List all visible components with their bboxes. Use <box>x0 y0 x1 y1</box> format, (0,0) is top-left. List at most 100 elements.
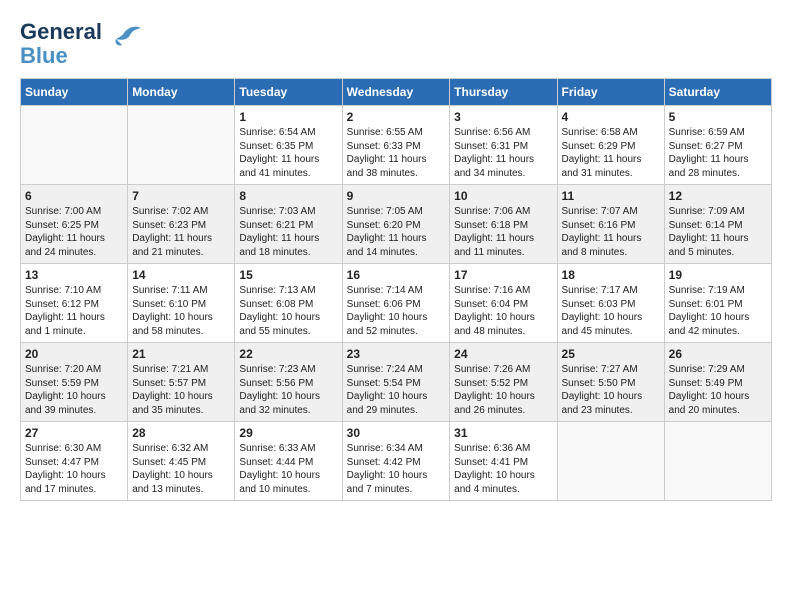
day-number: 29 <box>239 426 337 440</box>
day-number: 10 <box>454 189 552 203</box>
day-number: 2 <box>347 110 446 124</box>
day-number: 15 <box>239 268 337 282</box>
calendar-day-cell: 15 Sunrise: 7:13 AM Sunset: 6:08 PM Dayli… <box>235 264 342 343</box>
calendar-day-cell: 5 Sunrise: 6:59 AM Sunset: 6:27 PM Daylig… <box>664 106 771 185</box>
day-info: Sunrise: 7:13 AM Sunset: 6:08 PM Dayligh… <box>239 284 337 338</box>
calendar-day-cell: 28Sunrise: 6:32 AM Sunset: 4:45 PM Dayli… <box>128 422 235 501</box>
day-info: Sunrise: 6:59 AM Sunset: 6:27 PM Dayligh… <box>669 126 767 180</box>
calendar-week-row: 13Sunrise: 7:10 AM Sunset: 6:12 PM Dayli… <box>21 264 772 343</box>
calendar-day-cell <box>557 422 664 501</box>
day-info: Sunrise: 7:27 AM Sunset: 5:50 PM Dayligh… <box>562 363 660 417</box>
day-info: Sunrise: 7:10 AM Sunset: 6:12 PM Dayligh… <box>25 284 123 338</box>
day-number: 24 <box>454 347 552 361</box>
calendar-day-cell: 11 Sunrise: 7:07 AM Sunset: 6:16 PM Dayli… <box>557 185 664 264</box>
day-number: 23 <box>347 347 446 361</box>
day-number: 7 <box>132 189 230 203</box>
day-info: Sunrise: 6:30 AM Sunset: 4:47 PM Dayligh… <box>25 442 123 496</box>
logo-bird-icon <box>106 23 142 56</box>
calendar-day-cell: 26 Sunrise: 7:29 AM Sunset: 5:49 PM Dayli… <box>664 343 771 422</box>
day-info: Sunrise: 7:29 AM Sunset: 5:49 PM Dayligh… <box>669 363 767 417</box>
calendar-day-cell: 19 Sunrise: 7:19 AM Sunset: 6:01 PM Dayli… <box>664 264 771 343</box>
weekday-header-cell: Friday <box>557 79 664 106</box>
calendar-day-cell <box>21 106 128 185</box>
day-info: Sunrise: 6:36 AM Sunset: 4:41 PM Dayligh… <box>454 442 552 496</box>
day-number: 9 <box>347 189 446 203</box>
weekday-header-cell: Sunday <box>21 79 128 106</box>
calendar-day-cell: 14 Sunrise: 7:11 AM Sunset: 6:10 PM Dayli… <box>128 264 235 343</box>
calendar-day-cell: 8 Sunrise: 7:03 AM Sunset: 6:21 PM Daylig… <box>235 185 342 264</box>
day-number: 26 <box>669 347 767 361</box>
day-number: 11 <box>562 189 660 203</box>
calendar-day-cell: 3 Sunrise: 6:56 AM Sunset: 6:31 PM Daylig… <box>450 106 557 185</box>
day-info: Sunrise: 6:54 AM Sunset: 6:35 PM Dayligh… <box>239 126 337 180</box>
calendar-day-cell: 30 Sunrise: 6:34 AM Sunset: 4:42 PM Dayli… <box>342 422 450 501</box>
calendar-table: SundayMondayTuesdayWednesdayThursdayFrid… <box>20 78 772 501</box>
day-number: 6 <box>25 189 123 203</box>
calendar-day-cell: 27 Sunrise: 6:30 AM Sunset: 4:47 PM Dayli… <box>21 422 128 501</box>
day-info: Sunrise: 7:09 AM Sunset: 6:14 PM Dayligh… <box>669 205 767 259</box>
calendar-day-cell: 24 Sunrise: 7:26 AM Sunset: 5:52 PM Dayli… <box>450 343 557 422</box>
day-info: Sunrise: 6:56 AM Sunset: 6:31 PM Dayligh… <box>454 126 552 180</box>
day-info: Sunrise: 7:26 AM Sunset: 5:52 PM Dayligh… <box>454 363 552 417</box>
day-info: Sunrise: 7:05 AM Sunset: 6:20 PM Dayligh… <box>347 205 446 259</box>
day-info: Sunrise: 7:19 AM Sunset: 6:01 PM Dayligh… <box>669 284 767 338</box>
day-info: Sunrise: 7:11 AM Sunset: 6:10 PM Dayligh… <box>132 284 230 338</box>
day-number: 25 <box>562 347 660 361</box>
day-info: Sunrise: 6:58 AM Sunset: 6:29 PM Dayligh… <box>562 126 660 180</box>
day-info: Sunrise: 7:16 AM Sunset: 6:04 PM Dayligh… <box>454 284 552 338</box>
day-info: Sunrise: 6:55 AM Sunset: 6:33 PM Dayligh… <box>347 126 446 180</box>
weekday-header-cell: Wednesday <box>342 79 450 106</box>
calendar-day-cell: 25 Sunrise: 7:27 AM Sunset: 5:50 PM Dayli… <box>557 343 664 422</box>
day-info: Sunrise: 6:34 AM Sunset: 4:42 PM Dayligh… <box>347 442 446 496</box>
day-info: Sunrise: 7:02 AM Sunset: 6:23 PM Dayligh… <box>132 205 230 259</box>
calendar-day-cell: 6 Sunrise: 7:00 AM Sunset: 6:25 PM Daylig… <box>21 185 128 264</box>
calendar-day-cell: 1 Sunrise: 6:54 AM Sunset: 6:35 PM Daylig… <box>235 106 342 185</box>
calendar-week-row: 27 Sunrise: 6:30 AM Sunset: 4:47 PM Dayli… <box>21 422 772 501</box>
calendar-day-cell: 7 Sunrise: 7:02 AM Sunset: 6:23 PM Daylig… <box>128 185 235 264</box>
calendar-day-cell: 23Sunrise: 7:24 AM Sunset: 5:54 PM Dayli… <box>342 343 450 422</box>
day-info: Sunrise: 7:17 AM Sunset: 6:03 PM Dayligh… <box>562 284 660 338</box>
day-info: Sunrise: 6:33 AM Sunset: 4:44 PM Dayligh… <box>239 442 337 496</box>
day-number: 27 <box>25 426 123 440</box>
calendar-day-cell: 20 Sunrise: 7:20 AM Sunset: 5:59 PM Dayli… <box>21 343 128 422</box>
day-number: 12 <box>669 189 767 203</box>
day-info: Sunrise: 7:21 AM Sunset: 5:57 PM Dayligh… <box>132 363 230 417</box>
weekday-header-cell: Monday <box>128 79 235 106</box>
day-number: 22 <box>239 347 337 361</box>
calendar-day-cell: 29 Sunrise: 6:33 AM Sunset: 4:44 PM Dayli… <box>235 422 342 501</box>
day-number: 14 <box>132 268 230 282</box>
day-info: Sunrise: 7:20 AM Sunset: 5:59 PM Dayligh… <box>25 363 123 417</box>
day-number: 16 <box>347 268 446 282</box>
day-number: 8 <box>239 189 337 203</box>
weekday-header-cell: Tuesday <box>235 79 342 106</box>
calendar-day-cell: 22Sunrise: 7:23 AM Sunset: 5:56 PM Dayli… <box>235 343 342 422</box>
day-number: 19 <box>669 268 767 282</box>
day-number: 5 <box>669 110 767 124</box>
logo-line2: Blue <box>20 44 102 68</box>
day-info: Sunrise: 7:03 AM Sunset: 6:21 PM Dayligh… <box>239 205 337 259</box>
weekday-header-cell: Thursday <box>450 79 557 106</box>
calendar-day-cell: 12 Sunrise: 7:09 AM Sunset: 6:14 PM Dayli… <box>664 185 771 264</box>
day-number: 1 <box>239 110 337 124</box>
day-info: Sunrise: 7:07 AM Sunset: 6:16 PM Dayligh… <box>562 205 660 259</box>
day-info: Sunrise: 7:00 AM Sunset: 6:25 PM Dayligh… <box>25 205 123 259</box>
day-info: Sunrise: 7:06 AM Sunset: 6:18 PM Dayligh… <box>454 205 552 259</box>
calendar-day-cell: 2 Sunrise: 6:55 AM Sunset: 6:33 PM Daylig… <box>342 106 450 185</box>
day-number: 3 <box>454 110 552 124</box>
day-number: 31 <box>454 426 552 440</box>
calendar-week-row: 20 Sunrise: 7:20 AM Sunset: 5:59 PM Dayli… <box>21 343 772 422</box>
calendar-day-cell: 16 Sunrise: 7:14 AM Sunset: 6:06 PM Dayli… <box>342 264 450 343</box>
day-number: 18 <box>562 268 660 282</box>
day-number: 20 <box>25 347 123 361</box>
day-number: 30 <box>347 426 446 440</box>
day-number: 21 <box>132 347 230 361</box>
calendar-day-cell: 4Sunrise: 6:58 AM Sunset: 6:29 PM Daylig… <box>557 106 664 185</box>
day-info: Sunrise: 6:32 AM Sunset: 4:45 PM Dayligh… <box>132 442 230 496</box>
calendar-day-cell: 17Sunrise: 7:16 AM Sunset: 6:04 PM Dayli… <box>450 264 557 343</box>
day-info: Sunrise: 7:14 AM Sunset: 6:06 PM Dayligh… <box>347 284 446 338</box>
header: General Blue <box>20 20 772 68</box>
weekday-header-row: SundayMondayTuesdayWednesdayThursdayFrid… <box>21 79 772 106</box>
calendar-day-cell: 10 Sunrise: 7:06 AM Sunset: 6:18 PM Dayli… <box>450 185 557 264</box>
calendar-day-cell <box>664 422 771 501</box>
calendar-day-cell <box>128 106 235 185</box>
